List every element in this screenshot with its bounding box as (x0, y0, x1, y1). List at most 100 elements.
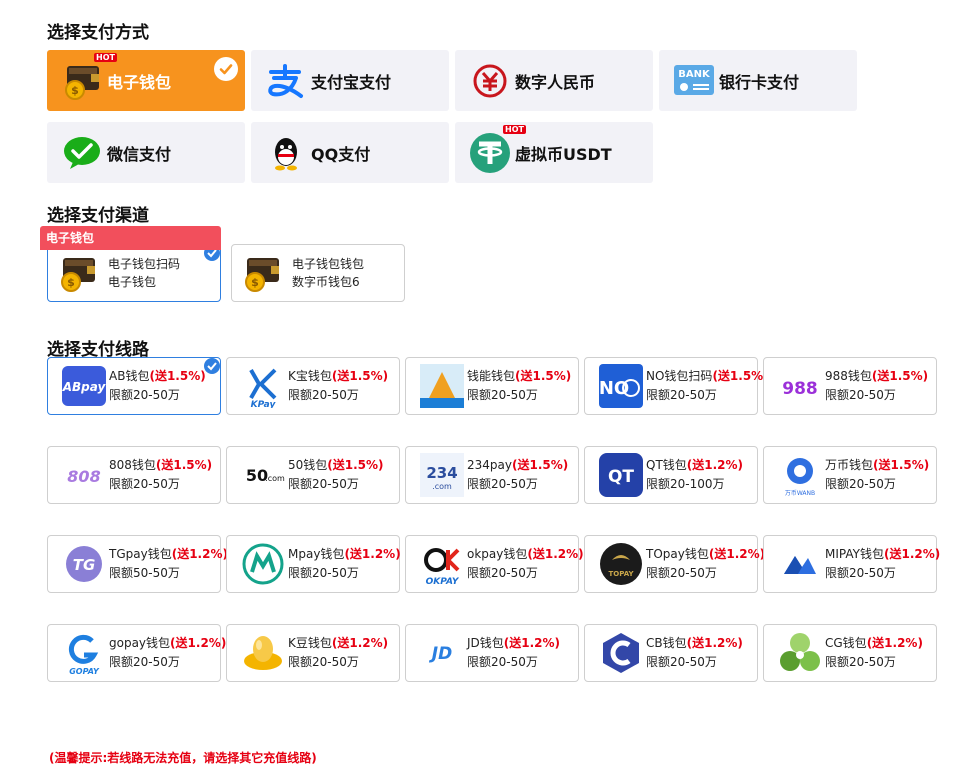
line-name: TOpay钱包 (646, 547, 709, 561)
line-limit: 限额20-50万 (467, 655, 538, 669)
line-jd[interactable]: JD JD钱包(送1.2%) 限额20-50万 (405, 624, 579, 682)
line-limit: 限额20-50万 (646, 566, 717, 580)
line-bonus: (送1.2%) (170, 636, 227, 650)
kpay-logo: KPay (241, 364, 285, 408)
method-ewallet[interactable]: $ HOT 电子钱包 (47, 50, 245, 111)
line-limit: 限额20-50万 (825, 388, 896, 402)
hot-badge: HOT (94, 53, 117, 62)
line-bonus: (送1.2%) (171, 547, 228, 561)
logo-text: TOPAY (608, 570, 634, 578)
line-name: gopay钱包 (109, 636, 171, 650)
line-name: 万币钱包 (825, 458, 874, 472)
line-bonus: (送1.2%) (503, 636, 561, 650)
line-tgpay[interactable]: TG TGpay钱包(送1.2%) 限额50-50万 (47, 535, 228, 593)
channel-tag: 电子钱包 (40, 226, 221, 250)
line-limit: 限额20-50万 (825, 655, 896, 669)
logo-text: OKPAY (426, 577, 460, 586)
line-limit: 限额20-50万 (109, 477, 180, 491)
line-mpay[interactable]: Mpay钱包(送1.2%) 限额20-50万 (226, 535, 401, 593)
line-name: 50钱包 (288, 458, 328, 472)
channel-ewallet-wallet[interactable]: $ 电子钱包钱包 数字币钱包6 (231, 244, 405, 302)
line-kbao[interactable]: KPay K宝钱包(送1.5%) 限额20-50万 (226, 357, 400, 415)
logo-text: 808 (67, 467, 100, 486)
line-name: 钱能钱包 (467, 369, 516, 383)
line-234pay[interactable]: 234 .com 234pay(送1.5%) 限额20-50万 (405, 446, 579, 504)
line-bonus: (送1.5%) (155, 458, 213, 472)
check-icon (204, 358, 220, 374)
line-cb[interactable]: CB钱包(送1.2%) 限额20-50万 (584, 624, 758, 682)
payment-methods: $ HOT 电子钱包 支付宝支付 数字人民币 BANK 银行卡支付 微信支付 Q… (47, 50, 867, 194)
method-wechat[interactable]: 微信支付 (47, 122, 245, 183)
payment-lines: ABpay AB钱包(送1.5%) 限额20-50万 KPay K宝钱包(送1.5… (47, 357, 941, 682)
line-limit: 限额50-50万 (109, 566, 180, 580)
line-name: 808钱包 (109, 458, 156, 472)
qianneng-logo (420, 364, 464, 408)
line-bonus: (送1.2%) (527, 547, 584, 561)
line-bonus: (送1.2%) (331, 636, 389, 650)
line-cg[interactable]: CG钱包(送1.2%) 限额20-50万 (763, 624, 937, 682)
234pay-logo: 234 .com (420, 453, 464, 497)
method-digital-rmb[interactable]: 数字人民币 (455, 50, 653, 111)
wanbi-logo: 万币WANB (778, 453, 822, 497)
line-808[interactable]: 808 808钱包(送1.5%) 限额20-50万 (47, 446, 221, 504)
method-qq[interactable]: QQ支付 (251, 122, 449, 183)
svg-text:$: $ (251, 276, 259, 289)
channel-ewallet-scan[interactable]: $ 电子钱包扫码 电子钱包 (47, 244, 221, 302)
svg-text:$: $ (67, 276, 75, 289)
logo-text: ABpay (62, 380, 106, 394)
line-bonus: (送1.5%) (712, 369, 769, 383)
line-bonus: (送1.2%) (686, 636, 743, 650)
cb-logo (599, 631, 643, 675)
usdt-icon (469, 132, 511, 174)
line-qt[interactable]: QT QT钱包(送1.2%) 限额20-100万 (584, 446, 758, 504)
wechat-icon (61, 132, 103, 174)
line-mipay[interactable]: MIPAY钱包(送1.2%) 限额20-50万 (763, 535, 941, 593)
line-ab[interactable]: ABpay AB钱包(送1.5%) 限额20-50万 (47, 357, 221, 415)
line-bonus: (送1.5%) (327, 458, 384, 472)
methods-title: 选择支付方式 (47, 23, 149, 43)
line-limit: 限额20-50万 (288, 566, 359, 580)
line-bonus: (送1.5%) (515, 369, 572, 383)
line-bonus: (送1.2%) (883, 547, 941, 561)
line-no-wallet[interactable]: NO NO钱包扫码(送1.5%) 限额20-50万 (584, 357, 769, 415)
line-name: CG钱包 (825, 636, 867, 650)
mpay-logo (241, 542, 285, 586)
channel-sub: 电子钱包 (108, 275, 157, 289)
line-qianneng[interactable]: 钱能钱包(送1.5%) 限额20-50万 (405, 357, 579, 415)
line-name: NO钱包扫码 (646, 369, 713, 383)
tgpay-logo: TG (62, 542, 106, 586)
method-bank-card[interactable]: BANK 银行卡支付 (659, 50, 857, 111)
50com-logo: 50 .com (241, 453, 285, 497)
line-name: JD钱包 (467, 636, 504, 650)
line-limit: 限额20-50万 (467, 566, 538, 580)
logo-text: 万币WANB (785, 490, 815, 497)
line-988[interactable]: 988 988钱包(送1.5%) 限额20-50万 (763, 357, 937, 415)
line-bonus: (送1.2%) (866, 636, 923, 650)
line-name: Mpay钱包 (288, 547, 345, 561)
line-topay[interactable]: TOPAY TOpay钱包(送1.2%) 限额20-50万 (584, 535, 765, 593)
line-limit: 限额20-50万 (288, 388, 359, 402)
logo-text: TG (73, 556, 96, 574)
method-label: 支付宝支付 (311, 72, 392, 92)
line-name: AB钱包 (109, 369, 150, 383)
line-50[interactable]: 50 .com 50钱包(送1.5%) 限额20-50万 (226, 446, 400, 504)
line-bonus: (送1.2%) (344, 547, 401, 561)
topay-logo: TOPAY (599, 542, 643, 586)
method-label: 虚拟币USDT (515, 144, 612, 164)
line-name: CB钱包 (646, 636, 687, 650)
method-usdt[interactable]: HOT 虚拟币USDT (455, 122, 653, 183)
digital-rmb-icon (469, 60, 511, 102)
ab-pay-logo: ABpay (62, 364, 106, 408)
line-bonus: (送1.2%) (686, 458, 744, 472)
808-logo: 808 (62, 453, 106, 497)
logo-text: KPay (251, 400, 277, 408)
line-gopay[interactable]: GOPAY gopay钱包(送1.2%) 限额20-50万 (47, 624, 226, 682)
line-okpay[interactable]: OKPAY okpay钱包(送1.2%) 限额20-50万 (405, 535, 584, 593)
line-wanbi[interactable]: 万币WANB 万币钱包(送1.5%) 限额20-50万 (763, 446, 937, 504)
line-kdou[interactable]: K豆钱包(送1.2%) 限额20-50万 (226, 624, 400, 682)
alipay-icon (265, 60, 307, 102)
method-alipay[interactable]: 支付宝支付 (251, 50, 449, 111)
no-wallet-logo: NO (599, 364, 643, 408)
recharge-notice: (温馨提示:若线路无法充值，请选择其它充值线路) (49, 751, 317, 765)
line-limit: 限额20-50万 (646, 388, 717, 402)
